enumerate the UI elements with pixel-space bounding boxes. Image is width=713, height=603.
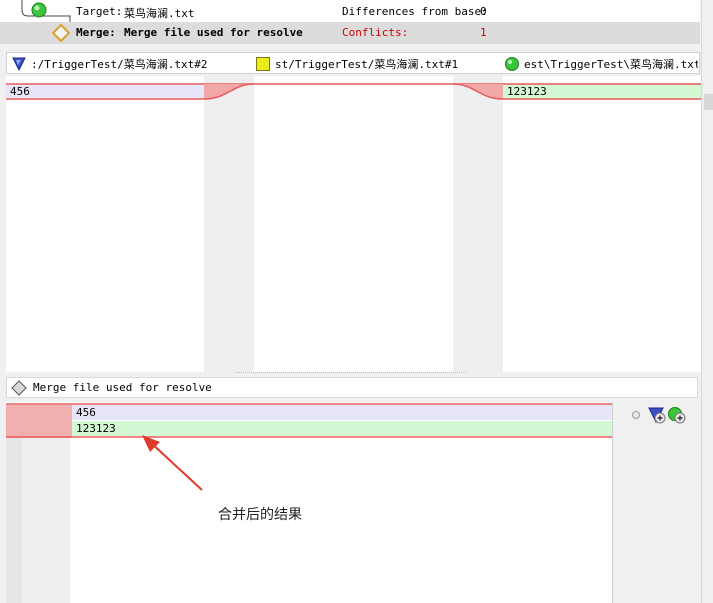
- annotation-text: 合并后的结果: [218, 507, 302, 523]
- accept-right-plus-icon[interactable]: [667, 406, 687, 426]
- right-path-label: est\TriggerTest\菜鸟海澜.txt: [524, 58, 698, 71]
- merge-margin: [6, 438, 22, 603]
- radio-dot-icon[interactable]: [631, 410, 641, 420]
- conflict-connector: [6, 83, 701, 100]
- right-path[interactable]: est\TriggerTest\菜鸟海澜.txt: [504, 53, 698, 75]
- target-row[interactable]: Target: 菜鸟海澜.txt Differences from base: …: [0, 0, 700, 33]
- differences-label: Differences from base:: [342, 5, 488, 18]
- merge-result-pane[interactable]: 456 123123 合并后的结果: [6, 402, 612, 603]
- left-path-label: :/TriggerTest/菜鸟海澜.txt#2: [31, 58, 208, 71]
- left-path[interactable]: :/TriggerTest/菜鸟海澜.txt#2: [11, 53, 251, 75]
- gutter-right: [453, 76, 503, 372]
- scrollbar-thumb[interactable]: [704, 94, 713, 110]
- conflicts-label: Conflicts:: [342, 26, 409, 39]
- merge-diamond-icon: [11, 379, 27, 396]
- green-circle-icon: [31, 2, 47, 18]
- middle-path-label: st/TriggerTest/菜鸟海澜.txt#1: [275, 58, 459, 71]
- conflicts-value: 1: [480, 26, 487, 39]
- merge-row[interactable]: Merge: Merge file used for resolve Confl…: [0, 22, 700, 44]
- merge-actions-panel: [612, 402, 700, 603]
- merge-conflict-lines: [6, 403, 612, 438]
- accept-left-plus-icon[interactable]: [647, 406, 667, 426]
- merge-file-title: Merge file used for resolve: [33, 381, 212, 394]
- merge-diamond-icon: [52, 24, 70, 42]
- path-bar: :/TriggerTest/菜鸟海澜.txt#2 st/TriggerTest/…: [6, 52, 700, 74]
- merge-file-bar: Merge file used for resolve: [6, 377, 698, 398]
- yellow-square-icon: [256, 57, 270, 71]
- differences-value: 0: [480, 5, 487, 18]
- middle-path[interactable]: st/TriggerTest/菜鸟海澜.txt#1: [255, 53, 495, 75]
- merge-label: Merge:: [76, 26, 116, 39]
- diff-panes[interactable]: 456 123123: [6, 76, 701, 373]
- annotation-arrow: [142, 435, 203, 491]
- header: Target: 菜鸟海澜.txt Differences from base: …: [0, 0, 713, 46]
- gutter-left: [204, 76, 254, 372]
- splitter-handle[interactable]: [236, 372, 466, 376]
- merge-gutter: [22, 438, 70, 603]
- blue-shield-icon: [12, 57, 26, 72]
- target-file: 菜鸟海澜.txt: [124, 7, 195, 20]
- merge-description: Merge file used for resolve: [124, 26, 303, 39]
- green-circle-icon: [505, 57, 519, 71]
- target-label: Target:: [76, 5, 123, 18]
- scrollbar[interactable]: [701, 0, 713, 603]
